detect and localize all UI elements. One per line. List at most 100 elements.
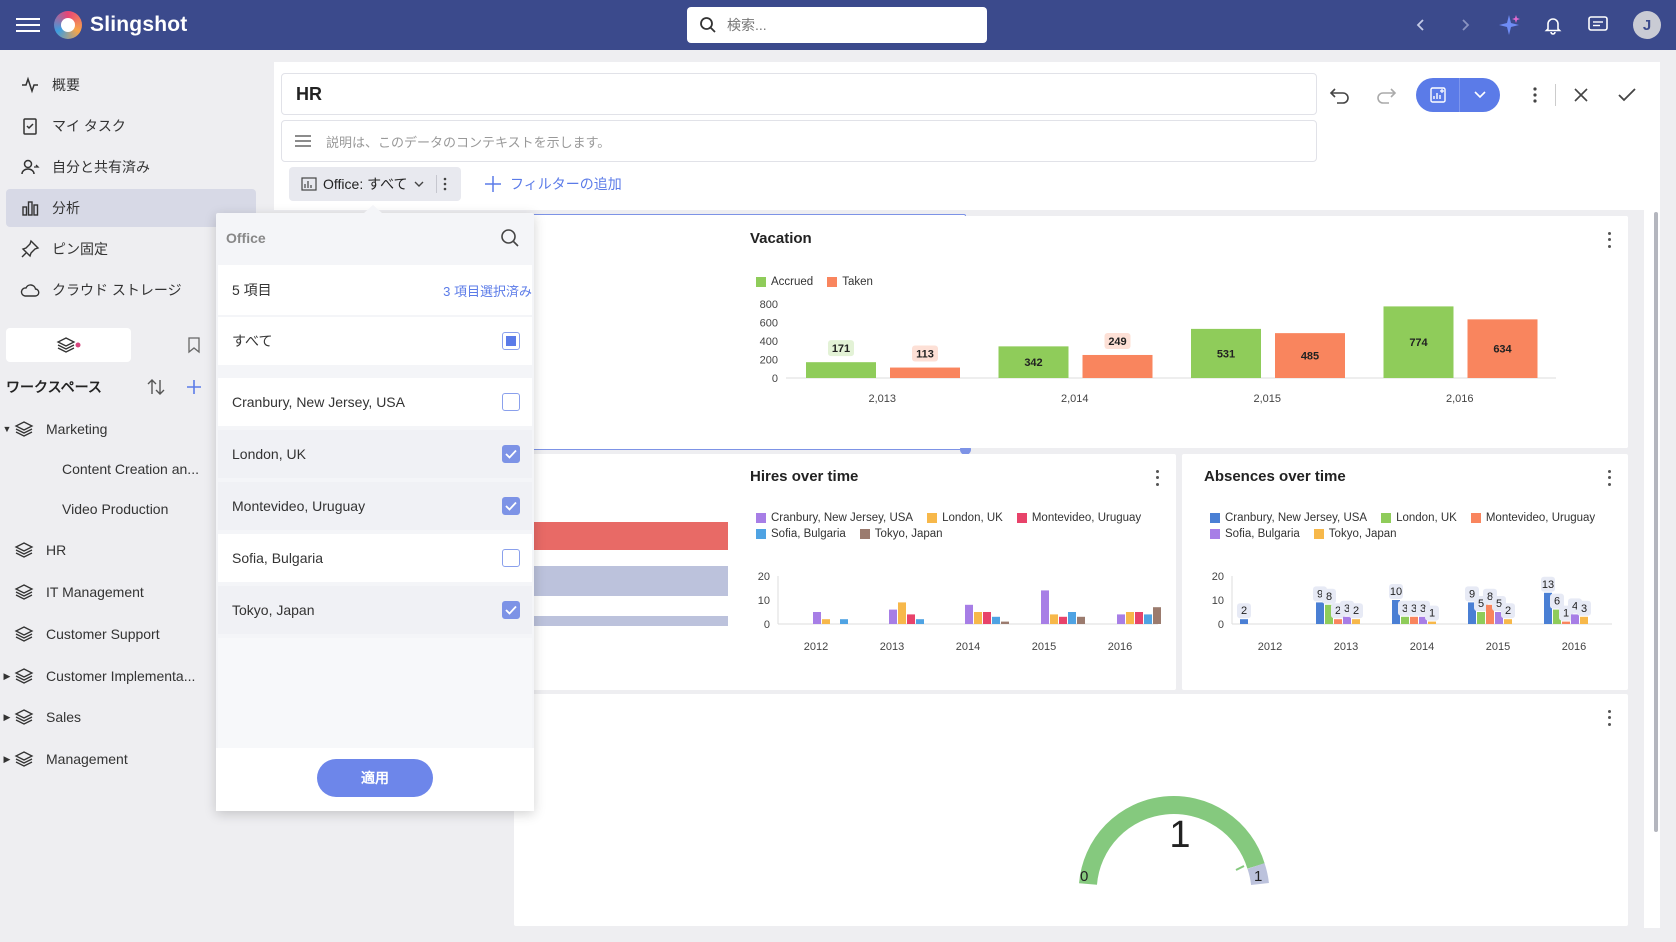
filter-option-row[interactable]: Cranbury, New Jersey, USA <box>218 378 532 426</box>
caret-right-icon[interactable]: ▶ <box>0 712 14 723</box>
legend-item: Tokyo, Japan <box>1313 528 1397 540</box>
add-visualization-icon[interactable] <box>1416 78 1460 112</box>
bar <box>1343 616 1351 624</box>
bar <box>1041 590 1049 624</box>
nav-item-label: 自分と共有済み <box>52 159 150 175</box>
office-filter-chip[interactable]: Office: すべて <box>289 167 461 201</box>
y-tick-label: 400 <box>760 336 778 348</box>
nav-item-label: 概要 <box>52 77 80 93</box>
card-more-icon[interactable] <box>1604 468 1614 488</box>
app-name: Slingshot <box>90 13 188 36</box>
notification-bell-icon[interactable] <box>1540 12 1566 38</box>
dropdown-header: Office <box>216 213 534 263</box>
x-tick-label: 2012 <box>1258 641 1282 653</box>
workspace-subitem[interactable]: Content Creation an... <box>62 450 199 488</box>
redo-icon[interactable] <box>1371 80 1401 110</box>
bar <box>1068 612 1076 624</box>
nav-item-my-tasks[interactable]: マイ タスク <box>6 107 256 145</box>
bar <box>983 612 991 624</box>
add-workspace-icon[interactable] <box>186 379 202 395</box>
slingshot-logo-icon <box>54 11 82 39</box>
item-count: 5 項目 <box>232 282 272 298</box>
y-tick-label: 0 <box>1218 619 1224 631</box>
option-checkbox[interactable] <box>502 393 520 411</box>
search-icon[interactable] <box>500 228 520 248</box>
check-icon[interactable] <box>1612 80 1642 110</box>
chat-icon[interactable] <box>1585 12 1611 38</box>
data-label: 3 <box>1581 603 1587 615</box>
sort-icon[interactable] <box>146 378 166 396</box>
more-options-icon[interactable] <box>1520 80 1550 110</box>
chart-title: Vacation <box>750 230 812 247</box>
option-checkbox[interactable] <box>502 497 520 515</box>
bar <box>1571 614 1579 624</box>
select-all-row[interactable]: すべて <box>218 317 532 365</box>
filter-option-row[interactable]: London, UK <box>218 430 532 478</box>
search-input[interactable]: 検索... <box>687 7 987 43</box>
option-checkbox[interactable] <box>502 549 520 567</box>
gauge-value: 1 <box>1169 814 1191 856</box>
chart-legend: Accrued Taken <box>756 276 873 288</box>
x-tick-label: 2015 <box>1486 641 1510 653</box>
option-checkbox[interactable] <box>502 445 520 463</box>
select-all-checkbox[interactable] <box>502 332 520 350</box>
dashboard-description-input[interactable]: 説明は、このデータのコンテキストを示します。 <box>281 120 1317 162</box>
workspace-label: Customer Implementa... <box>46 668 196 684</box>
forward-arrow-icon[interactable] <box>1452 12 1478 38</box>
option-checkbox[interactable] <box>502 601 520 619</box>
nav-item-overview[interactable]: 概要 <box>6 66 256 104</box>
x-tick-label: 2,016 <box>1446 393 1474 405</box>
legend-item: Montevideo, Uruguay <box>1470 512 1595 524</box>
workspace-subitem[interactable]: Video Production <box>62 490 168 528</box>
card-more-icon[interactable] <box>1604 708 1614 728</box>
filter-option-row[interactable]: Montevideo, Uruguay <box>218 482 532 530</box>
bar <box>1410 616 1418 624</box>
dashboard-title-input[interactable]: HR <box>281 73 1317 115</box>
user-avatar[interactable]: J <box>1633 11 1661 39</box>
select-all-label: すべて <box>232 333 273 349</box>
bar <box>898 602 906 624</box>
card-more-icon[interactable] <box>1604 230 1614 250</box>
filter-option-row[interactable]: Sofia, Bulgaria <box>218 534 532 582</box>
add-filter-button[interactable]: フィルターの追加 <box>484 170 622 198</box>
canvas-scrollbar[interactable] <box>1654 212 1658 832</box>
bar <box>1504 619 1512 624</box>
filter-option-row[interactable]: Tokyo, Japan <box>218 586 532 634</box>
ai-sparkle-icon[interactable] <box>1496 12 1522 38</box>
activity-icon <box>22 76 38 94</box>
tab-workspaces[interactable] <box>6 328 131 362</box>
caret-right-icon[interactable]: ▶ <box>0 671 14 682</box>
close-icon[interactable] <box>1566 80 1596 110</box>
nav-item-shared-with-me[interactable]: 自分と共有済み <box>6 148 256 186</box>
nav-item-label: マイ タスク <box>52 118 126 134</box>
filter-more-icon[interactable] <box>443 177 447 191</box>
x-tick-label: 2,013 <box>868 393 896 405</box>
cloud-icon <box>20 284 40 297</box>
x-tick-label: 2014 <box>956 641 980 653</box>
legend-item: Tokyo, Japan <box>859 528 943 540</box>
legend-item: Cranbury, New Jersey, USA <box>756 512 913 524</box>
app-logo[interactable]: Slingshot <box>54 10 187 40</box>
bar <box>806 362 876 378</box>
apply-button[interactable]: 適用 <box>317 759 433 797</box>
gauge-card[interactable]: 1 0 1 <box>514 694 1628 926</box>
absences-chart-card[interactable]: Absences over time Cranbury, New Jersey,… <box>1182 454 1628 690</box>
vacation-chart-card[interactable]: Vacation Accrued Taken 800 600 400 200 0 2,01… <box>728 216 1628 448</box>
back-arrow-icon[interactable] <box>1408 12 1434 38</box>
hamburger-menu-icon[interactable] <box>16 14 40 36</box>
data-label: 774 <box>1409 337 1428 349</box>
bar <box>1153 607 1161 624</box>
hires-chart-card[interactable]: Hires over time Cranbury, New Jersey, US… <box>728 454 1176 690</box>
workspace-label: Sales <box>46 709 82 725</box>
card-more-icon[interactable] <box>1152 468 1162 488</box>
bar <box>1240 619 1248 624</box>
stack-icon <box>14 421 34 437</box>
y-tick-label: 200 <box>760 355 778 367</box>
chevron-down-icon[interactable] <box>1460 78 1500 112</box>
caret-down-icon[interactable]: ▼ <box>0 424 14 434</box>
bar <box>1477 612 1485 624</box>
selected-count-link[interactable]: 3 項目選択済み <box>443 281 532 300</box>
undo-icon[interactable] <box>1325 80 1355 110</box>
caret-right-icon[interactable]: ▶ <box>0 754 14 765</box>
bar <box>1082 354 1153 378</box>
